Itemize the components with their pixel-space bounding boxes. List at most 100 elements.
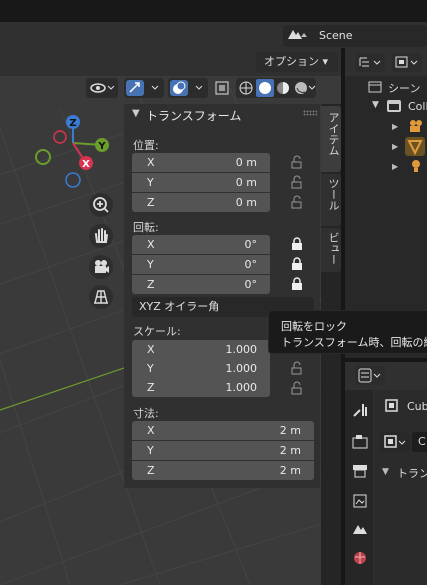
- collapse-caret-icon[interactable]: ▼: [382, 467, 389, 477]
- zoom-icon: [93, 197, 109, 213]
- unlock-icon[interactable]: [290, 361, 304, 375]
- object-name: Cub: [407, 400, 427, 413]
- eye-icon: [90, 83, 115, 93]
- scale-y-field[interactable]: Y 1.000: [132, 359, 270, 378]
- camera-icon: [95, 260, 109, 273]
- neg-y-axis-handle[interactable]: [35, 149, 51, 165]
- field-value: 0 m: [235, 196, 257, 209]
- hand-icon: [95, 228, 108, 243]
- scene-collection-label[interactable]: シーン: [388, 80, 420, 96]
- axis-label: Z: [147, 278, 155, 291]
- light-object-icon[interactable]: [408, 158, 424, 174]
- field-value: 1.000: [225, 343, 258, 356]
- rotation-y-field[interactable]: Y 0°: [132, 255, 270, 274]
- visibility-dropdown[interactable]: [86, 78, 118, 98]
- lock-icon[interactable]: [290, 257, 304, 271]
- top-strip: [0, 0, 427, 22]
- navigation-gizmo[interactable]: Z Y X: [30, 110, 120, 195]
- axis-label: Y: [147, 258, 154, 271]
- scene-tab-icon[interactable]: [351, 520, 369, 538]
- gizmo-dropdown[interactable]: [124, 78, 164, 98]
- outliner-display-mode-button[interactable]: [355, 53, 385, 72]
- display-icon: [395, 56, 418, 68]
- location-x-field[interactable]: X 0 m: [132, 153, 270, 172]
- transform-section-title[interactable]: トランスフォーム: [146, 107, 241, 124]
- field-value: 0 m: [235, 156, 257, 169]
- zoom-button[interactable]: [89, 193, 113, 217]
- drag-grip-icon[interactable]: [303, 110, 317, 116]
- expand-caret-icon[interactable]: ▶: [392, 142, 398, 151]
- axis-label: Z: [147, 196, 155, 209]
- tab-item-label: アイテム: [327, 112, 340, 156]
- camera-view-button[interactable]: [89, 255, 113, 279]
- dimensions-y-field[interactable]: Y 2 m: [132, 441, 314, 460]
- xray-toggle[interactable]: [212, 78, 232, 98]
- viewport-toolbar: [86, 78, 316, 98]
- neg-z-axis-handle[interactable]: [65, 172, 81, 188]
- rotation-z-field[interactable]: Z 0°: [132, 275, 270, 294]
- field-value: 0°: [244, 238, 258, 251]
- unlock-icon[interactable]: [290, 155, 304, 169]
- shading-modes[interactable]: [236, 78, 316, 98]
- axis-label: X: [147, 343, 155, 356]
- axis-label: Y: [147, 362, 154, 375]
- lock-icon[interactable]: [290, 277, 304, 291]
- axis-label: Z: [147, 464, 155, 477]
- camera-object-icon[interactable]: [406, 117, 424, 135]
- expand-caret-icon[interactable]: ▼: [372, 100, 379, 110]
- x-axis-label: X: [82, 159, 90, 170]
- expand-caret-icon[interactable]: ▶: [392, 162, 398, 171]
- unlock-icon[interactable]: [290, 175, 304, 189]
- render-tab-icon[interactable]: [351, 433, 369, 451]
- shading-icons: [239, 79, 316, 97]
- object-data-dropdown[interactable]: [380, 432, 410, 452]
- unlock-icon[interactable]: [290, 381, 304, 395]
- properties-editor-icon: [358, 368, 381, 383]
- overlay-dropdown[interactable]: [168, 78, 208, 98]
- field-value: 1.000: [225, 381, 258, 394]
- world-tab-icon[interactable]: [351, 549, 369, 567]
- scale-label: スケール:: [133, 325, 181, 338]
- overlay-icon: [170, 80, 203, 96]
- unlock-icon[interactable]: [290, 195, 304, 209]
- z-axis-label: Z: [69, 118, 76, 129]
- options-dropdown[interactable]: オプション ▾: [256, 52, 338, 72]
- tool-settings-tab-icon[interactable]: [351, 401, 369, 419]
- field-value: 0°: [244, 278, 258, 291]
- object-data-icon: [384, 435, 406, 448]
- tooltip-title: 回転をロック: [281, 320, 347, 333]
- field-value: 1.000: [225, 362, 258, 375]
- axis-label: X: [147, 238, 155, 251]
- object-icon: [385, 399, 398, 412]
- neg-x-axis-handle[interactable]: [53, 130, 67, 144]
- field-value: 2 m: [279, 464, 301, 477]
- scale-z-field[interactable]: Z 1.000: [132, 378, 270, 397]
- output-tab-icon[interactable]: [351, 462, 369, 480]
- transform-section-label[interactable]: トラン: [397, 465, 427, 481]
- perspective-toggle-button[interactable]: [89, 285, 113, 309]
- location-y-field[interactable]: Y 0 m: [132, 173, 270, 192]
- collection-icon: [387, 100, 401, 112]
- axis-label: X: [147, 424, 155, 437]
- list-icon: [359, 57, 381, 67]
- editor-type-button[interactable]: [355, 366, 385, 385]
- grid-perspective-icon: [94, 290, 108, 304]
- collection-label[interactable]: Coll: [408, 100, 427, 113]
- cube-object-row[interactable]: [405, 137, 425, 156]
- pan-button[interactable]: [89, 224, 113, 248]
- rotation-x-field[interactable]: X 0°: [132, 235, 270, 254]
- expand-caret-icon[interactable]: ▶: [392, 122, 398, 131]
- data-name-field[interactable]: C: [412, 432, 427, 452]
- location-z-field[interactable]: Z 0 m: [132, 193, 270, 212]
- dimensions-z-field[interactable]: Z 2 m: [132, 461, 314, 480]
- scale-x-field[interactable]: X 1.000: [132, 340, 270, 359]
- collapse-caret-icon[interactable]: ▼: [132, 108, 140, 119]
- scene-collection-icon: [368, 81, 382, 93]
- outliner-filter-button[interactable]: [392, 53, 422, 72]
- field-value: 2 m: [279, 424, 301, 437]
- dimensions-x-field[interactable]: X 2 m: [132, 421, 314, 440]
- location-label: 位置:: [133, 139, 159, 152]
- y-axis-label: Y: [97, 141, 106, 152]
- view-layer-tab-icon[interactable]: [351, 492, 369, 510]
- lock-icon[interactable]: [290, 237, 304, 251]
